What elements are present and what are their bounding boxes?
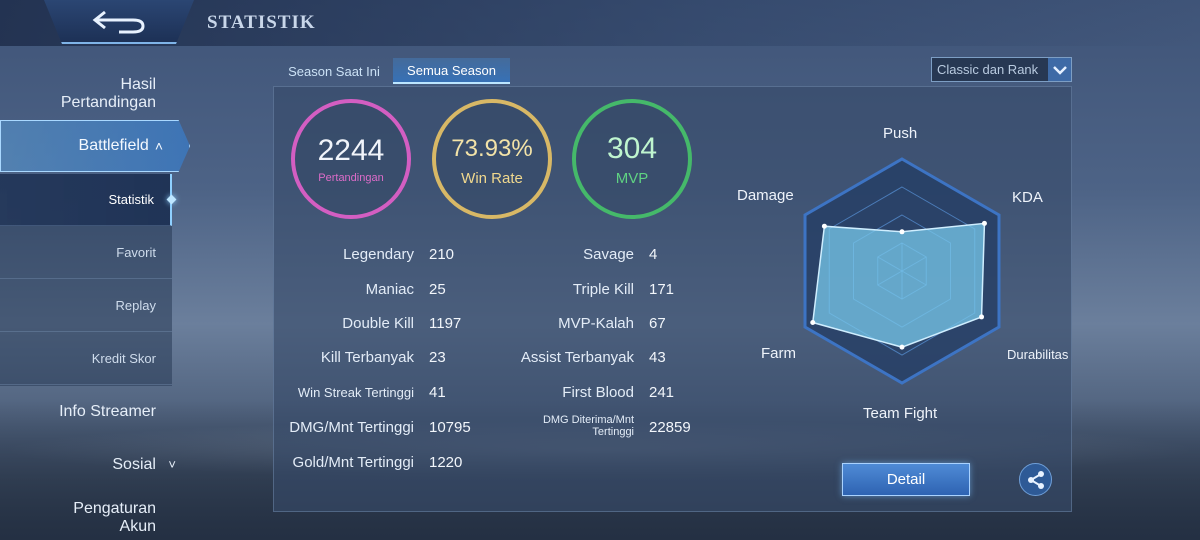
radar-point-team-fight <box>899 344 905 350</box>
win-rate-value: 73.93% <box>451 134 533 162</box>
chevron-down-icon[interactable] <box>1048 58 1071 81</box>
tab-semua-season[interactable]: Semua Season <box>393 58 510 84</box>
stat-label-maniac: Maniac <box>365 281 414 298</box>
radar-point-farm <box>810 320 816 326</box>
chevron-down-icon: ˅ <box>168 457 176 472</box>
sub-item-statistik[interactable]: Statistik <box>0 174 172 226</box>
sidebar-item-label: Sosial <box>112 456 156 473</box>
sub-item-replay[interactable]: Replay <box>0 280 172 332</box>
matches-value: 2244 <box>317 134 385 167</box>
stat-label-gold-mnt: Gold/Mnt Tertinggi <box>292 454 414 471</box>
stat-value-assist-terbanyak: 43 <box>649 349 666 366</box>
win-rate-ring: 73.93% Win Rate <box>432 99 552 219</box>
radar-label-kda: KDA <box>1012 189 1043 206</box>
detail-button[interactable]: Detail <box>842 463 970 496</box>
mvp-value: 304 <box>606 131 658 165</box>
page-title: STATISTIK <box>207 12 316 33</box>
win-rate-label: Win Rate <box>461 169 523 187</box>
stat-value-savage: 4 <box>649 246 658 263</box>
radar-label-push: Push <box>883 125 918 142</box>
stat-label-savage: Savage <box>583 246 634 263</box>
stat-value-gold-mnt: 1220 <box>429 454 463 471</box>
radar-label-damage: Damage <box>737 187 794 204</box>
mode-select-value: Classic dan Rank <box>937 62 1039 77</box>
stat-label-first-blood: First Blood <box>562 384 634 401</box>
radar-chart <box>803 157 1001 385</box>
stat-value-double-kill: 1197 <box>429 315 462 332</box>
radar-point-push <box>899 229 905 235</box>
sidebar-item-hasil-pertandingan[interactable]: Hasil Pertandingan <box>61 76 156 112</box>
share-button[interactable] <box>1019 463 1052 496</box>
sidebar-item-label: Battlefield <box>78 137 149 154</box>
sub-item-label: Kredit Skor <box>91 351 156 366</box>
stat-label-win-streak: Win Streak Tertinggi <box>297 385 414 400</box>
sidebar-item-pengaturan-akun[interactable]: Pengaturan Akun <box>73 500 156 536</box>
stat-value-dmg-diterima: 22859 <box>649 419 691 436</box>
stat-value-win-streak: 41 <box>429 384 446 401</box>
chevron-up-icon: ˄ <box>154 138 163 154</box>
stat-value-maniac: 25 <box>429 281 446 298</box>
matches-label: Pertandingan <box>318 172 384 184</box>
sidebar-item-info-streamer[interactable]: Info Streamer <box>59 403 156 421</box>
stat-label-kill-terbanyak: Kill Terbanyak <box>320 349 414 366</box>
mvp-label: MVP <box>615 169 649 187</box>
radar-label-durabilitas: Durabilitas <box>1007 347 1069 362</box>
stat-label-assist-terbanyak: Assist Terbanyak <box>520 349 634 366</box>
stat-label-legendary: Legendary <box>343 246 414 263</box>
mode-select[interactable]: Classic dan Rank <box>931 57 1072 82</box>
radar-point-damage <box>821 223 827 229</box>
radar-point-kda <box>981 220 987 226</box>
back-arrow-icon <box>92 10 145 34</box>
sidebar-item-battlefield[interactable]: Battlefield ˄ <box>0 120 190 172</box>
battlefield-submenu: Statistik Favorit Replay Kredit Skor <box>0 174 172 386</box>
mvp-ring: 304 MVP <box>572 99 692 219</box>
stat-label-dmg-mnt: DMG/Mnt Tertinggi <box>289 419 414 436</box>
sub-item-kredit-skor[interactable]: Kredit Skor <box>0 333 172 385</box>
sub-item-label: Favorit <box>116 245 156 260</box>
tab-season-saat-ini[interactable]: Season Saat Ini <box>280 58 388 84</box>
sub-item-label: Replay <box>115 298 156 313</box>
sub-item-label: Statistik <box>108 192 154 207</box>
stat-value-mvp-kalah: 67 <box>649 315 666 332</box>
stat-value-first-blood: 241 <box>649 384 675 401</box>
share-icon <box>1027 470 1044 489</box>
radar-point-durabilitas <box>979 314 985 320</box>
sidebar: Hasil Pertandingan Battlefield ˄ Statist… <box>0 46 200 540</box>
stat-label-mvp-kalah: MVP-Kalah <box>558 315 634 332</box>
matches-ring: 2244 Pertandingan <box>291 99 411 219</box>
sidebar-item-sosial[interactable]: Sosial ˅ <box>112 456 176 474</box>
radar-label-team-fight: Team Fight <box>863 405 938 422</box>
stat-value-legendary: 210 <box>429 246 455 263</box>
back-button[interactable] <box>44 0 194 44</box>
sub-item-favorit[interactable]: Favorit <box>0 227 172 279</box>
stat-value-triple-kill: 171 <box>649 281 675 298</box>
radar-label-farm: Farm <box>761 345 796 362</box>
stat-label-triple-kill: Triple Kill <box>572 281 634 298</box>
stat-label-double-kill: Double Kill <box>342 315 414 332</box>
stat-value-kill-terbanyak: 23 <box>429 349 446 366</box>
stat-label-dmg-diterima: DMG Diterima/Mnt Tertinggi <box>542 414 634 438</box>
stat-value-dmg-mnt: 10795 <box>429 419 471 436</box>
